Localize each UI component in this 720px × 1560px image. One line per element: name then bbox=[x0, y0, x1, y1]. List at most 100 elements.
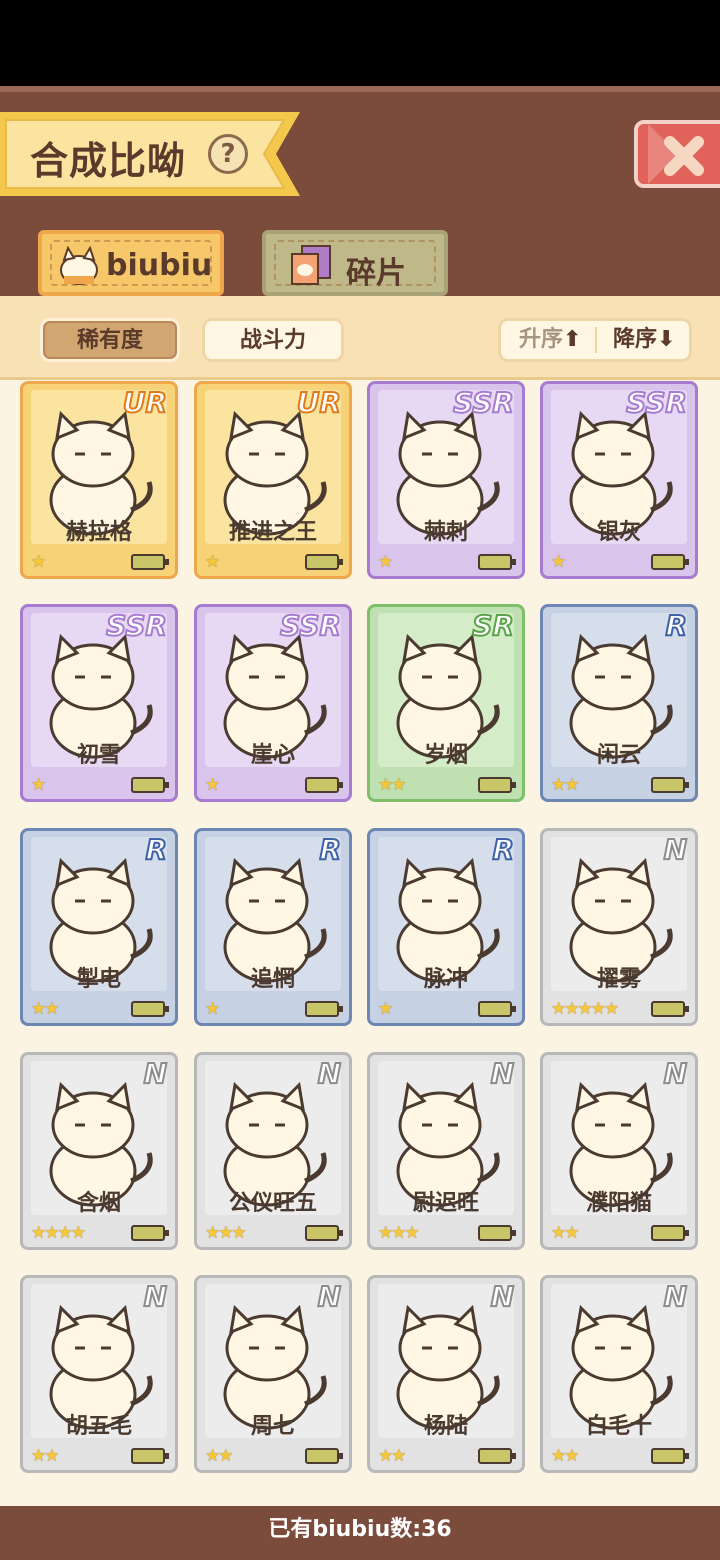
card-16[interactable]: N 胡五毛 ★★ bbox=[20, 1275, 178, 1473]
card-4[interactable]: SSR 初雪 ★ bbox=[20, 604, 178, 802]
star-rating: ★ bbox=[205, 999, 220, 1019]
card-name: 闲云 bbox=[596, 743, 641, 768]
rarity-badge: N bbox=[663, 1279, 688, 1314]
descending-button[interactable]: 降序⬇ bbox=[613, 321, 675, 359]
star-rating: ★★ bbox=[378, 775, 407, 795]
fragment-icon bbox=[291, 245, 331, 285]
rarity-badge: SSR bbox=[105, 608, 168, 643]
descending-label: 降序 bbox=[613, 327, 658, 352]
star-rating: ★★ bbox=[31, 1446, 60, 1466]
rarity-badge: R bbox=[318, 832, 342, 867]
star-rating: ★ bbox=[378, 552, 393, 572]
rarity-badge: SR bbox=[471, 608, 515, 643]
star-rating: ★ bbox=[31, 552, 46, 572]
battery-icon bbox=[131, 554, 169, 570]
sort-rarity-button[interactable]: 稀有度 bbox=[40, 318, 180, 362]
card-name: 银灰 bbox=[596, 520, 641, 545]
card-12[interactable]: N 含烟 ★★★★ bbox=[20, 1052, 178, 1250]
star-rating: ★★★★ bbox=[31, 1223, 86, 1243]
rarity-badge: N bbox=[143, 1056, 168, 1091]
help-icon[interactable]: ? bbox=[208, 134, 248, 174]
sort-power-button[interactable]: 战斗力 bbox=[202, 318, 344, 362]
rarity-badge: N bbox=[663, 1056, 688, 1091]
battery-icon bbox=[305, 554, 343, 570]
tab-biubiu-label: biubiu bbox=[106, 248, 213, 283]
battery-icon bbox=[478, 777, 516, 793]
card-0[interactable]: UR 赫拉格 ★ bbox=[20, 381, 178, 579]
card-5[interactable]: SSR 崖心 ★ bbox=[194, 604, 352, 802]
star-rating: ★★ bbox=[551, 775, 580, 795]
tab-fragments[interactable]: 碎片 bbox=[262, 230, 448, 296]
card-name: 赫拉格 bbox=[65, 520, 132, 545]
battery-icon bbox=[131, 1448, 169, 1464]
card-name: 脉冲 bbox=[423, 967, 468, 992]
star-rating: ★★★★★ bbox=[551, 999, 619, 1019]
star-rating: ★ bbox=[378, 999, 393, 1019]
battery-icon bbox=[131, 1001, 169, 1017]
star-rating: ★★ bbox=[551, 1446, 580, 1466]
star-rating: ★★ bbox=[378, 1446, 407, 1466]
card-6[interactable]: SR 岁烟 ★★ bbox=[367, 604, 525, 802]
card-19[interactable]: N 白毛十 ★★ bbox=[540, 1275, 698, 1473]
rarity-badge: N bbox=[143, 1279, 168, 1314]
card-name: 掣电 bbox=[76, 967, 121, 992]
card-13[interactable]: N 公仪旺五 ★★★ bbox=[194, 1052, 352, 1250]
card-name: 初雪 bbox=[76, 743, 121, 768]
rarity-badge: R bbox=[144, 832, 168, 867]
footer-count: 已有biubiu数:36 bbox=[0, 1506, 720, 1560]
arrow-down-icon: ⬇ bbox=[657, 327, 676, 352]
card-9[interactable]: R 追惘 ★ bbox=[194, 828, 352, 1026]
card-name: 杨陆 bbox=[423, 1414, 468, 1439]
battery-icon bbox=[305, 777, 343, 793]
battery-icon bbox=[131, 1225, 169, 1241]
star-rating: ★ bbox=[205, 552, 220, 572]
rarity-badge: N bbox=[317, 1056, 342, 1091]
rarity-badge: N bbox=[317, 1279, 342, 1314]
battery-icon bbox=[305, 1001, 343, 1017]
card-name: 崖心 bbox=[250, 743, 295, 768]
order-toggle: 升序⬆ 降序⬇ bbox=[498, 318, 692, 362]
rarity-badge: SSR bbox=[279, 608, 342, 643]
status-bar bbox=[0, 0, 720, 86]
card-17[interactable]: N 周七 ★★ bbox=[194, 1275, 352, 1473]
close-button[interactable] bbox=[634, 120, 720, 188]
tab-biubiu[interactable]: biubiu bbox=[38, 230, 224, 296]
battery-icon bbox=[478, 1225, 516, 1241]
ascending-button[interactable]: 升序⬆ bbox=[519, 321, 581, 359]
star-rating: ★★★ bbox=[205, 1223, 247, 1243]
card-14[interactable]: N 尉迟旺 ★★★ bbox=[367, 1052, 525, 1250]
rarity-badge: R bbox=[664, 608, 688, 643]
star-rating: ★ bbox=[551, 552, 566, 572]
divider bbox=[595, 327, 597, 353]
card-3[interactable]: SSR 银灰 ★ bbox=[540, 381, 698, 579]
card-name: 白毛十 bbox=[585, 1414, 652, 1439]
battery-icon bbox=[131, 777, 169, 793]
card-name: 岁烟 bbox=[423, 743, 468, 768]
star-rating: ★★ bbox=[551, 1223, 580, 1243]
rarity-badge: SSR bbox=[452, 385, 515, 420]
battery-icon bbox=[651, 1448, 689, 1464]
battery-icon bbox=[478, 1448, 516, 1464]
card-name: 推进之王 bbox=[228, 520, 317, 545]
tab-fragments-label: 碎片 bbox=[346, 256, 406, 291]
card-name: 公仪旺五 bbox=[228, 1191, 317, 1216]
card-7[interactable]: R 闲云 ★★ bbox=[540, 604, 698, 802]
star-rating: ★ bbox=[205, 775, 220, 795]
battery-icon bbox=[651, 1225, 689, 1241]
card-15[interactable]: N 濮阳猫 ★★ bbox=[540, 1052, 698, 1250]
card-1[interactable]: UR 推进之王 ★ bbox=[194, 381, 352, 579]
card-2[interactable]: SSR 棘刺 ★ bbox=[367, 381, 525, 579]
card-18[interactable]: N 杨陆 ★★ bbox=[367, 1275, 525, 1473]
card-11[interactable]: N 擢雾 ★★★★★ bbox=[540, 828, 698, 1026]
card-name: 含烟 bbox=[76, 1191, 121, 1216]
rarity-badge: SSR bbox=[625, 385, 688, 420]
battery-icon bbox=[651, 777, 689, 793]
card-10[interactable]: R 脉冲 ★ bbox=[367, 828, 525, 1026]
close-icon bbox=[638, 124, 720, 184]
rarity-badge: N bbox=[663, 832, 688, 867]
battery-icon bbox=[478, 1001, 516, 1017]
card-name: 棘刺 bbox=[423, 520, 468, 545]
card-8[interactable]: R 掣电 ★★ bbox=[20, 828, 178, 1026]
battery-icon bbox=[651, 554, 689, 570]
rarity-badge: UR bbox=[122, 385, 168, 420]
